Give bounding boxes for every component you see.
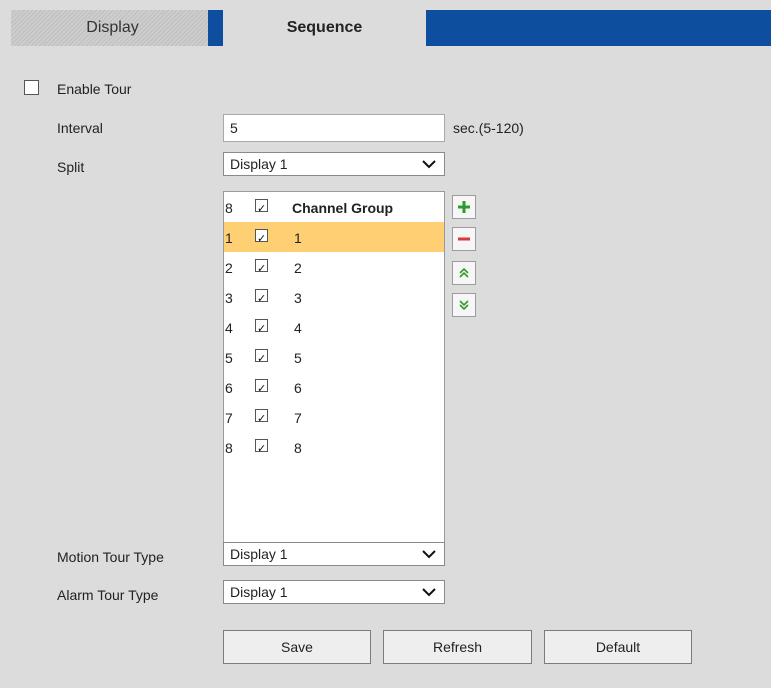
interval-label: Interval [57, 120, 103, 136]
save-button[interactable]: Save [223, 630, 371, 664]
move-up-button[interactable] [452, 261, 476, 285]
channel-row-checkbox[interactable] [255, 349, 268, 362]
double-chevron-up-icon [459, 267, 469, 278]
default-button[interactable]: Default [544, 630, 692, 664]
channel-row-label: 3 [294, 290, 302, 306]
channel-group-label: Channel Group [292, 200, 394, 216]
interval-input[interactable]: 5 [223, 114, 445, 142]
channel-row-label: 1 [294, 230, 302, 246]
alarm-tour-type-value: Display 1 [230, 584, 288, 600]
channel-row-num: 6 [225, 380, 233, 396]
interval-hint: sec.(5-120) [453, 120, 524, 136]
enable-tour-checkbox[interactable] [24, 80, 39, 95]
channel-row[interactable]: 4 4 [224, 312, 444, 342]
motion-tour-type-label: Motion Tour Type [57, 549, 164, 565]
chevron-down-icon [422, 550, 436, 559]
channel-row-num: 7 [225, 410, 233, 426]
tab-strip: Display Sequence [11, 10, 771, 46]
channel-row-label: 8 [294, 440, 302, 456]
tab-display[interactable]: Display [11, 10, 214, 46]
refresh-button[interactable]: Refresh [383, 630, 532, 664]
default-button-label: Default [595, 639, 641, 655]
channel-row[interactable]: 7 7 [224, 402, 444, 432]
channel-row-num: 8 [225, 440, 233, 456]
channel-row-checkbox[interactable] [255, 379, 268, 392]
channel-row-checkbox[interactable] [255, 409, 268, 422]
channel-row[interactable]: 5 5 [224, 342, 444, 372]
split-label: Split [57, 159, 85, 175]
channel-row-checkbox[interactable] [255, 259, 268, 272]
tab-sequence[interactable]: Sequence [223, 10, 426, 46]
channel-row-label: 2 [294, 260, 302, 276]
channel-row-num: 2 [225, 260, 233, 276]
save-button-label: Save [281, 639, 313, 655]
chevron-down-icon [422, 160, 436, 169]
channel-row-checkbox[interactable] [255, 289, 268, 302]
channel-row-label: 4 [294, 320, 302, 336]
channel-row-label: 5 [294, 350, 302, 366]
enable-tour-label: Enable Tour [57, 81, 132, 97]
remove-channel-button[interactable] [452, 227, 476, 251]
channel-row[interactable]: 2 2 [224, 252, 444, 282]
double-chevron-down-icon [459, 300, 469, 311]
tab-display-label: Display [86, 19, 139, 36]
channel-row[interactable]: 8 8 [224, 432, 444, 462]
channel-row[interactable]: 6 6 [224, 372, 444, 402]
chevron-down-icon [422, 588, 436, 597]
channel-row-num: 1 [225, 230, 233, 246]
add-channel-button[interactable] [452, 195, 476, 219]
channel-list[interactable]: 8 Channel Group 1 1 2 2 3 3 4 4 5 5 6 6 … [223, 191, 445, 543]
channel-row-label: 6 [294, 380, 302, 396]
alarm-tour-type-select[interactable]: Display 1 [223, 580, 445, 604]
channel-row-checkbox[interactable] [255, 439, 268, 452]
move-down-button[interactable] [452, 293, 476, 317]
channel-row-num: 4 [225, 320, 233, 336]
plus-icon [458, 201, 470, 213]
tab-bar: Display Sequence [0, 0, 771, 46]
channel-list-header[interactable]: 8 Channel Group [224, 192, 444, 222]
channel-row-num: 5 [225, 350, 233, 366]
channel-count: 8 [225, 200, 233, 216]
select-all-checkbox[interactable] [255, 199, 268, 212]
channel-row[interactable]: 1 1 [224, 222, 444, 252]
refresh-button-label: Refresh [432, 639, 483, 655]
tab-sequence-label: Sequence [286, 19, 363, 36]
channel-row-checkbox[interactable] [255, 229, 268, 242]
split-select-value: Display 1 [230, 156, 288, 172]
channel-row-label: 7 [294, 410, 302, 426]
split-select[interactable]: Display 1 [223, 152, 445, 176]
motion-tour-type-value: Display 1 [230, 546, 288, 562]
channel-row-checkbox[interactable] [255, 319, 268, 332]
motion-tour-type-select[interactable]: Display 1 [223, 542, 445, 566]
alarm-tour-type-label: Alarm Tour Type [57, 587, 159, 603]
channel-row-num: 3 [225, 290, 233, 306]
channel-row[interactable]: 3 3 [224, 282, 444, 312]
minus-icon [458, 237, 470, 241]
